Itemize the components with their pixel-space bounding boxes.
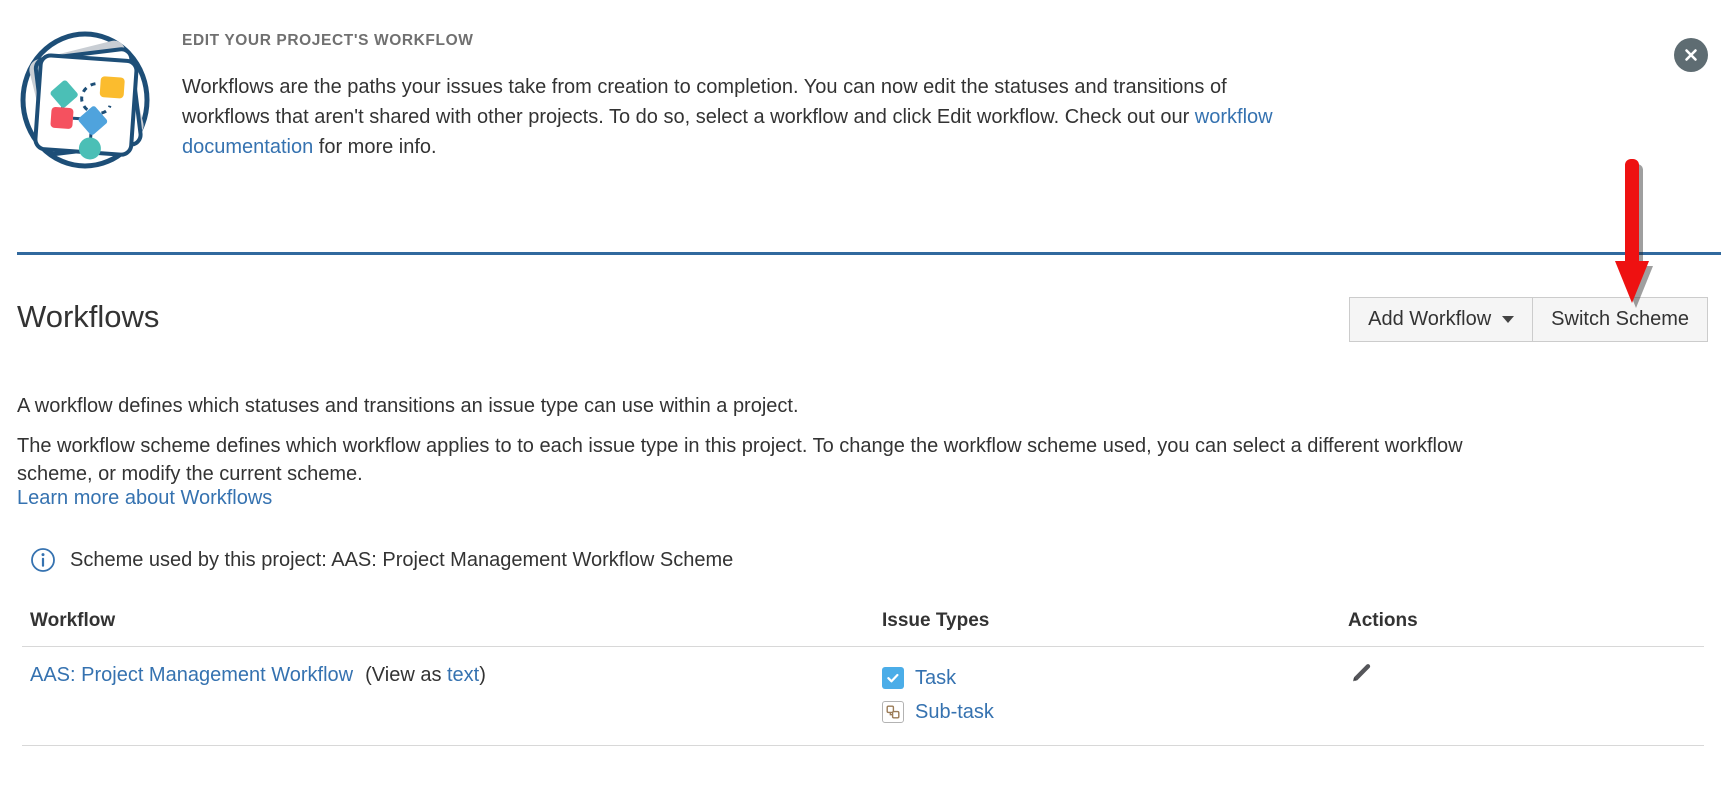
section-divider	[17, 252, 1721, 255]
workflow-name-link[interactable]: AAS: Project Management Workflow	[30, 664, 353, 686]
issue-type-subtask[interactable]: Sub-task	[882, 695, 1332, 729]
page-title: Workflows	[17, 299, 160, 334]
workflow-illustration	[0, 22, 160, 175]
header-button-group: Add Workflow Switch Scheme	[1349, 297, 1708, 342]
promo-body: Workflows are the paths your issues take…	[182, 72, 1285, 162]
edit-pencil-icon[interactable]	[1348, 661, 1372, 691]
workflows-header-row: Workflows Add Workflow Switch Scheme	[0, 295, 1721, 351]
column-header-issue-types: Issue Types	[874, 605, 1340, 647]
issue-type-task[interactable]: Task	[882, 661, 1332, 695]
column-header-actions: Actions	[1340, 605, 1704, 647]
promo-body-part2: for more info.	[313, 136, 437, 158]
view-as-text-link[interactable]: text	[447, 664, 479, 686]
scheme-info-line: Scheme used by this project: AAS: Projec…	[30, 547, 733, 573]
subtask-icon	[882, 701, 904, 723]
task-icon	[882, 667, 904, 689]
workflows-table: Workflow Issue Types Actions AAS: Projec…	[22, 605, 1704, 746]
table-header-row: Workflow Issue Types Actions	[22, 605, 1704, 647]
scheme-info-text: Scheme used by this project: AAS: Projec…	[70, 548, 734, 571]
promo-banner: EDIT YOUR PROJECT'S WORKFLOW Workflows a…	[0, 0, 1721, 175]
table-row: AAS: Project Management Workflow (View as…	[22, 646, 1704, 746]
cell-workflow-name: AAS: Project Management Workflow (View as…	[22, 646, 874, 746]
view-as-suffix: )	[479, 664, 486, 686]
red-down-arrow	[1602, 157, 1662, 317]
table-head: Workflow Issue Types Actions	[22, 605, 1704, 647]
column-header-workflow: Workflow	[22, 605, 874, 647]
workflows-page: EDIT YOUR PROJECT'S WORKFLOW Workflows a…	[0, 0, 1721, 805]
chevron-down-icon	[1502, 315, 1515, 323]
close-icon[interactable]	[1674, 38, 1708, 72]
issue-type-label[interactable]: Sub-task	[915, 695, 994, 729]
issue-type-label[interactable]: Task	[915, 661, 956, 695]
description-paragraph-2: The workflow scheme defines which workfl…	[17, 435, 1463, 485]
switch-scheme-label: Switch Scheme	[1551, 308, 1689, 330]
promo-kicker: EDIT YOUR PROJECT'S WORKFLOW	[182, 32, 474, 49]
view-as-prefix: (View as	[365, 664, 447, 686]
table-body: AAS: Project Management Workflow (View as…	[22, 646, 1704, 746]
add-workflow-label: Add Workflow	[1368, 308, 1492, 330]
promo-body-part1: Workflows are the paths your issues take…	[182, 76, 1227, 128]
add-workflow-button[interactable]: Add Workflow	[1349, 297, 1534, 342]
promo-text-block: EDIT YOUR PROJECT'S WORKFLOW Workflows a…	[160, 22, 1285, 162]
switch-scheme-button[interactable]: Switch Scheme	[1533, 297, 1708, 342]
cell-issue-types: Task Sub-task	[874, 646, 1340, 746]
learn-more-link[interactable]: Learn more about Workflows	[17, 487, 272, 510]
description-paragraph-1: A workflow defines which statuses and tr…	[17, 395, 799, 417]
info-icon	[30, 547, 56, 573]
cell-actions	[1340, 646, 1704, 746]
